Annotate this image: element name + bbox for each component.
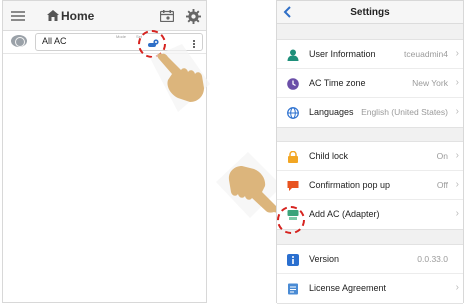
menu-icon[interactable] bbox=[11, 11, 25, 21]
chevron-right-icon: › bbox=[455, 106, 459, 117]
mode-label: Mode bbox=[116, 34, 127, 39]
settings-row-value: English (United States) bbox=[361, 107, 448, 117]
settings-row-license-agreement[interactable]: License Agreement › bbox=[277, 274, 463, 303]
highlight-circle bbox=[277, 206, 305, 234]
info-icon bbox=[287, 254, 299, 266]
chat-bubble-icon bbox=[287, 181, 299, 191]
settings-row-label: Version bbox=[309, 254, 340, 264]
settings-row-user-information[interactable]: User Information tceuadmin4 › bbox=[277, 40, 463, 69]
chevron-right-icon: › bbox=[455, 77, 459, 88]
settings-row-value: 0.0.33.0 bbox=[417, 254, 448, 264]
settings-row-value: tceuadmin4 bbox=[404, 49, 448, 59]
settings-row-label: AC Time zone bbox=[309, 78, 366, 88]
gear-icon[interactable] bbox=[186, 9, 201, 24]
calendar-icon[interactable] bbox=[160, 10, 174, 22]
settings-group-account: User Information tceuadmin4 › AC Time zo… bbox=[277, 39, 463, 128]
pointing-hand-icon bbox=[150, 44, 210, 112]
settings-row-label: User Information bbox=[309, 49, 376, 59]
ac-name: All AC bbox=[42, 36, 67, 46]
home-icon bbox=[47, 10, 59, 21]
settings-row-version[interactable]: Version 0.0.33.0 bbox=[277, 245, 463, 274]
settings-screen: Settings User Information tceuadmin4 › A… bbox=[276, 0, 464, 304]
settings-row-label: Child lock bbox=[309, 151, 349, 161]
chevron-right-icon: › bbox=[455, 179, 459, 190]
globe-icon bbox=[287, 107, 299, 119]
chevron-right-icon: › bbox=[455, 48, 459, 59]
chevron-right-icon: › bbox=[455, 208, 459, 219]
settings-row-child-lock[interactable]: Child lock On › bbox=[277, 142, 463, 171]
settings-row-label: License Agreement bbox=[309, 283, 387, 293]
settings-row-time-zone[interactable]: AC Time zone New York › bbox=[277, 69, 463, 98]
settings-row-value: Off bbox=[436, 180, 448, 190]
settings-header: Settings bbox=[277, 1, 463, 24]
settings-row-add-ac-adapter[interactable]: Add AC (Adapter) › bbox=[277, 200, 463, 229]
user-icon bbox=[287, 49, 299, 61]
chevron-right-icon: › bbox=[455, 150, 459, 161]
settings-row-label: Confirmation pop up bbox=[309, 180, 391, 190]
settings-group-device: Child lock On › Confirmation pop up Off … bbox=[277, 141, 463, 230]
settings-row-label: Languages bbox=[309, 107, 354, 117]
lock-icon bbox=[288, 151, 298, 163]
settings-title: Settings bbox=[350, 7, 390, 18]
settings-row-value: New York bbox=[412, 78, 448, 88]
settings-group-about: Version 0.0.33.0 License Agreement › bbox=[277, 244, 463, 304]
home-header: Home bbox=[3, 1, 206, 31]
settings-row-confirmation-popup[interactable]: Confirmation pop up Off › bbox=[277, 171, 463, 200]
clock-icon bbox=[287, 78, 299, 90]
home-title: Home bbox=[61, 9, 95, 23]
settings-row-languages[interactable]: Languages English (United States) › bbox=[277, 98, 463, 127]
chevron-right-icon: › bbox=[455, 282, 459, 293]
pointing-hand-icon bbox=[216, 152, 282, 218]
settings-row-value: On bbox=[436, 151, 448, 161]
settings-row-label: Add AC (Adapter) bbox=[309, 209, 380, 219]
document-icon bbox=[288, 283, 298, 295]
ac-group-icon bbox=[11, 35, 27, 47]
